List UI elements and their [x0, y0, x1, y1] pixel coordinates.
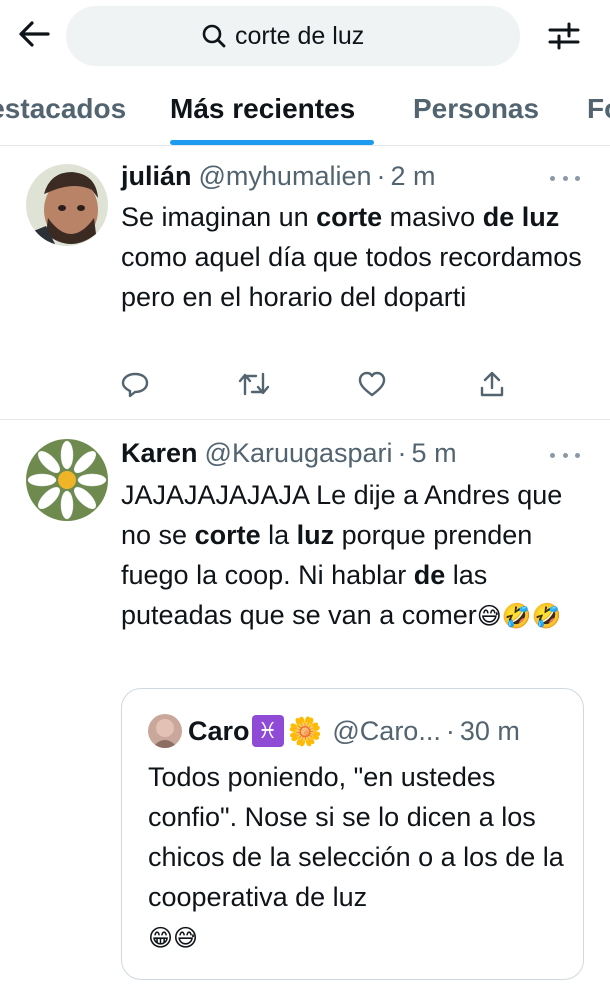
- avatar: [148, 714, 182, 748]
- tweet-header: Karen @Karuugaspari · 5 m: [121, 435, 457, 471]
- tab-fotos[interactable]: Fotos: [587, 72, 610, 145]
- quoted-tweet[interactable]: Caro ♓ 🌼 @Caro... · 30 m Todos poniendo,…: [121, 688, 584, 980]
- more-dots-icon[interactable]: [550, 445, 580, 465]
- more-dots-icon[interactable]: [550, 168, 580, 188]
- highlighted-term: corte: [316, 202, 383, 232]
- tweet-text: JAJAJAJAJAJA Le dije a Andres que no se …: [121, 475, 591, 636]
- arrow-left-icon: [19, 21, 50, 47]
- avatar[interactable]: [26, 439, 108, 521]
- tweet[interactable]: julián @myhumalien · 2 m Se imaginan un …: [0, 147, 610, 420]
- quoted-timestamp: 30 m: [459, 715, 520, 746]
- tab-mas-recientes[interactable]: Más recientes: [170, 72, 355, 145]
- tweet-actions: [121, 366, 511, 402]
- quoted-tweet-header: Caro ♓ 🌼 @Caro... · 30 m: [148, 713, 520, 749]
- tweet-timestamp[interactable]: 2 m: [390, 161, 435, 192]
- back-button[interactable]: [14, 14, 54, 54]
- emoji-grin: 😁😅: [148, 924, 199, 952]
- top-bar: [0, 0, 610, 72]
- text-segment: [514, 202, 522, 232]
- heart-icon[interactable]: [354, 366, 390, 402]
- pisces-emoji: ♓: [251, 715, 284, 747]
- emoji-laugh: 😅🤣🤣: [476, 602, 562, 630]
- separator-dot: ·: [397, 437, 407, 468]
- active-tab-indicator: [170, 140, 374, 145]
- text-segment: como aquel día que todos recordamos pero…: [121, 242, 582, 312]
- search-bar[interactable]: [66, 6, 520, 66]
- author-name[interactable]: julián: [121, 161, 192, 192]
- highlighted-term: de: [413, 560, 446, 590]
- quoted-tweet-text: Todos poniendo, "en ustedes confio". Nos…: [148, 757, 568, 958]
- quoted-author-name: Caro: [188, 715, 250, 746]
- separator-dot: ·: [376, 160, 386, 191]
- tab-destacados[interactable]: Destacados: [0, 72, 126, 145]
- text-segment: la: [260, 520, 297, 550]
- tweet-text: Se imaginan un corte masivo de luz como …: [121, 197, 591, 317]
- tweet-header: julián @myhumalien · 2 m: [121, 158, 436, 194]
- highlighted-term: de: [482, 202, 515, 232]
- reply-icon[interactable]: [117, 366, 153, 402]
- highlighted-term: luz: [521, 202, 560, 232]
- search-filter-button[interactable]: [544, 16, 584, 56]
- tab-personas[interactable]: Personas: [413, 72, 539, 145]
- highlighted-term: luz: [296, 520, 335, 550]
- filter-sliders-icon: [548, 22, 580, 50]
- author-name[interactable]: Karen: [121, 438, 198, 469]
- tweet-timestamp[interactable]: 5 m: [412, 438, 457, 469]
- daisy-emoji: 🌼: [287, 714, 323, 748]
- quoted-text: Todos poniendo, "en ustedes confio". Nos…: [148, 762, 564, 912]
- search-icon: [201, 23, 227, 49]
- text-segment: masivo: [382, 202, 483, 232]
- retweet-icon[interactable]: [236, 366, 272, 402]
- quoted-author-handle: @Caro...: [332, 715, 441, 746]
- share-icon[interactable]: [474, 366, 510, 402]
- tweet[interactable]: Karen @Karuugaspari · 5 m JAJAJAJAJAJA L…: [0, 421, 610, 989]
- search-input[interactable]: [235, 21, 385, 51]
- search-tabs: Destacados Más recientes Personas Fotos: [0, 72, 610, 146]
- avatar[interactable]: [26, 164, 108, 246]
- author-handle[interactable]: @Karuugaspari: [205, 438, 393, 469]
- highlighted-term: corte: [194, 520, 261, 550]
- author-handle[interactable]: @myhumalien: [199, 161, 372, 192]
- text-segment: Se imaginan un: [121, 202, 317, 232]
- separator-dot: ·: [445, 715, 455, 746]
